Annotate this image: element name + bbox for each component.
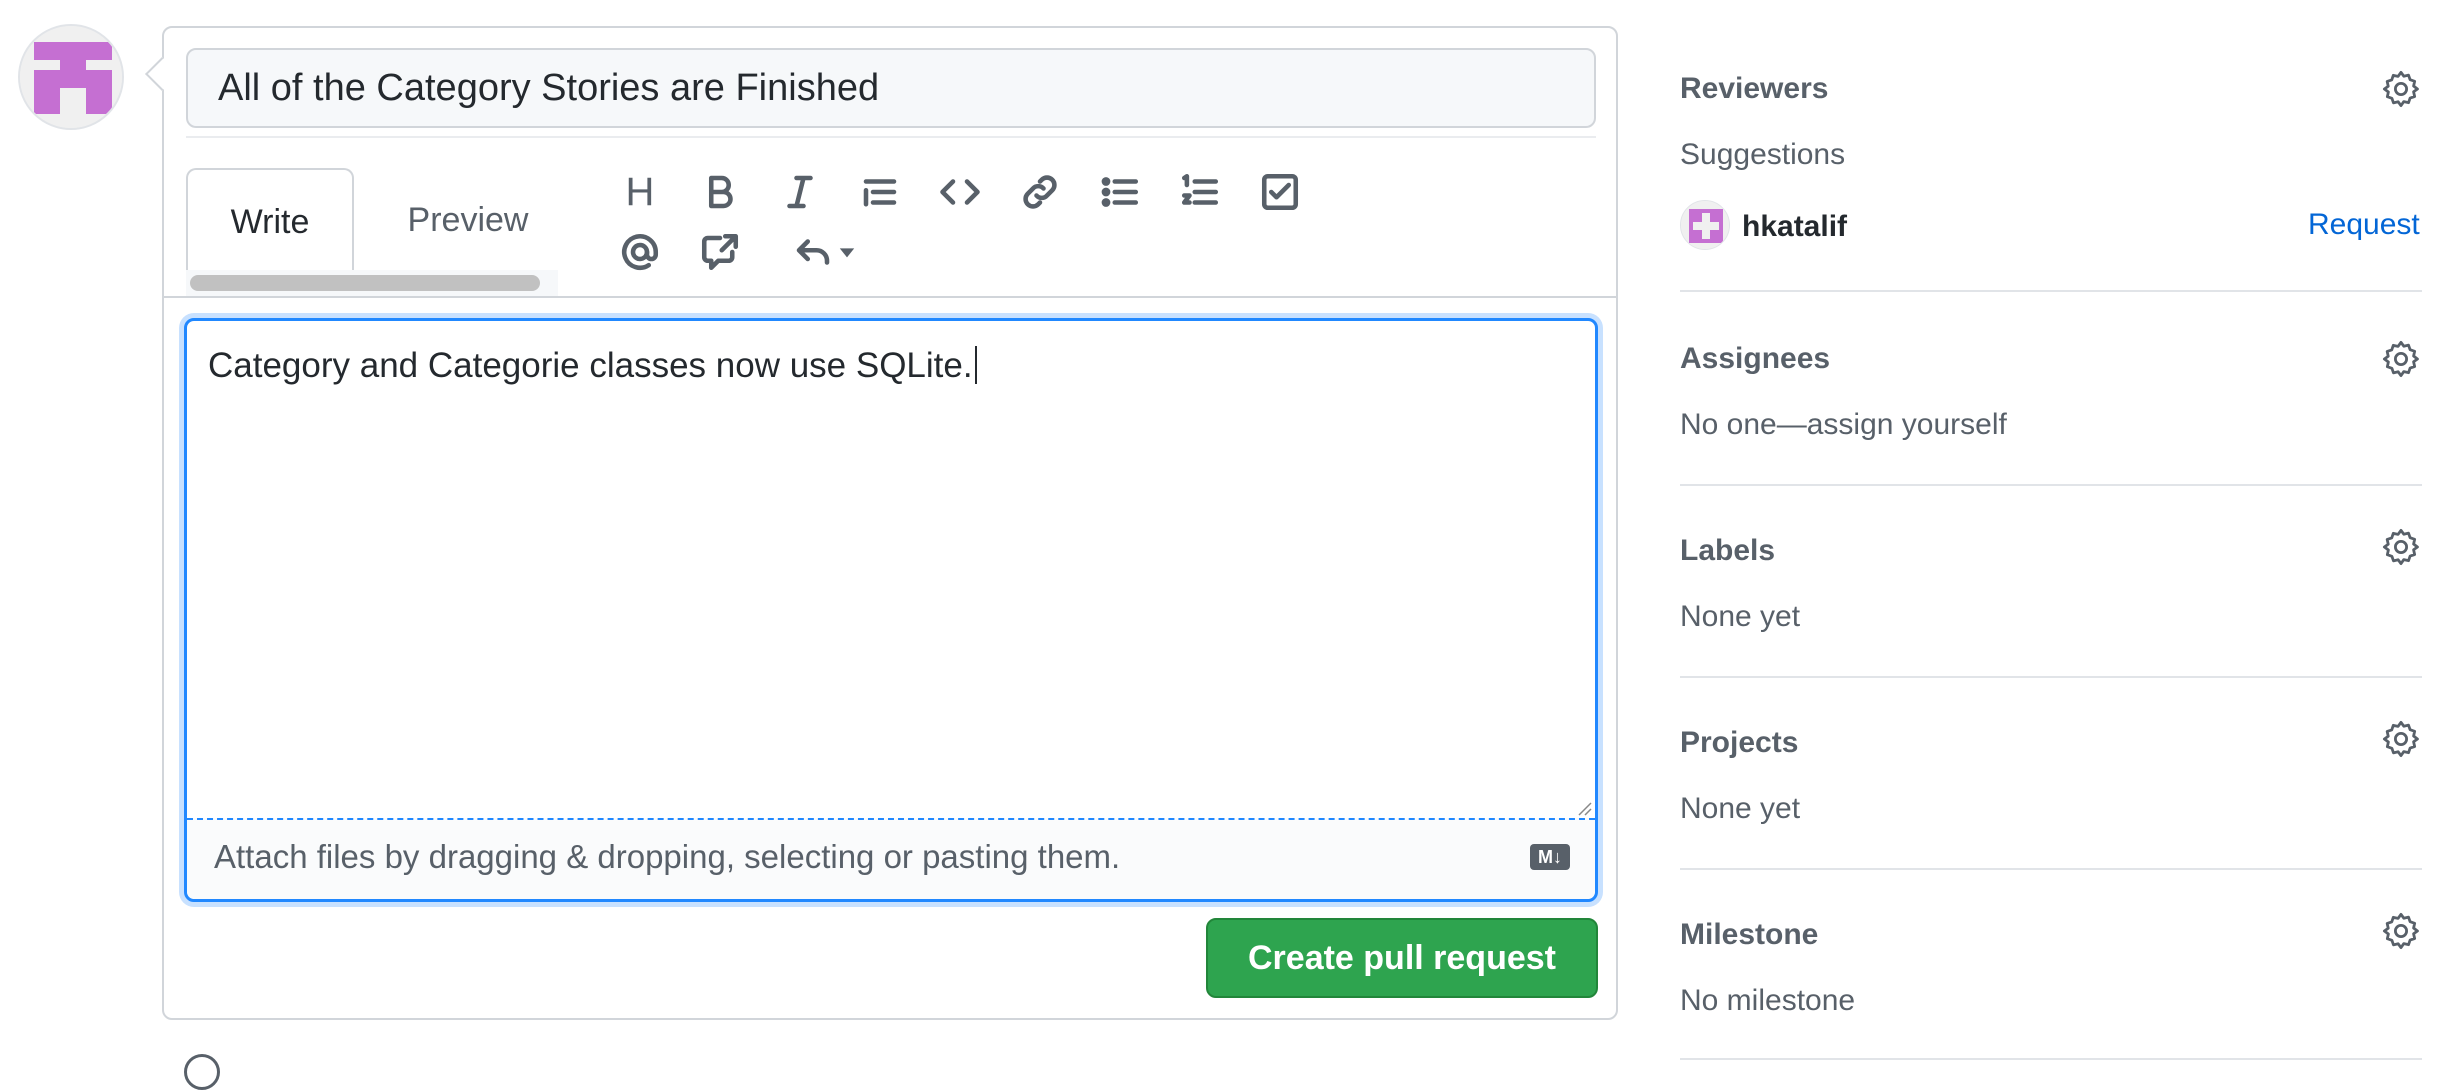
text-cursor xyxy=(974,346,977,384)
milestone-value: No milestone xyxy=(1680,984,1856,1017)
chevron-down-icon xyxy=(839,248,855,258)
resize-grip-icon[interactable] xyxy=(1574,798,1592,816)
link-icon[interactable] xyxy=(1012,164,1068,220)
suggestions-label: Suggestions xyxy=(1680,138,1846,171)
quote-icon[interactable] xyxy=(852,164,908,220)
attach-files-hint[interactable]: Attach files by dragging & dropping, sel… xyxy=(214,838,1120,876)
assignees-value[interactable]: No one—assign yourself xyxy=(1680,408,2007,442)
tab-preview[interactable]: Preview xyxy=(378,168,558,270)
projects-value: None yet xyxy=(1680,792,1801,825)
labels-value: None yet xyxy=(1680,600,1801,633)
user-avatar[interactable] xyxy=(18,24,124,130)
projects-title[interactable]: Projects xyxy=(1680,726,1798,760)
markdown-icon[interactable]: M↓ xyxy=(1530,844,1570,870)
heading-glyph: H xyxy=(625,169,655,214)
mention-icon[interactable] xyxy=(612,224,668,280)
labels-title[interactable]: Labels xyxy=(1680,534,1775,568)
assignees-title[interactable]: Assignees xyxy=(1680,342,1830,376)
heading-icon[interactable]: H xyxy=(612,164,668,220)
tab-write[interactable]: Write xyxy=(186,168,354,270)
reviewer-username[interactable]: hkatalif xyxy=(1742,210,1847,244)
code-icon[interactable] xyxy=(932,164,988,220)
timeline-icon xyxy=(184,1054,220,1090)
reviewers-title[interactable]: Reviewers xyxy=(1680,72,1828,106)
numbered-list-icon[interactable] xyxy=(1172,164,1228,220)
pr-body-value: Category and Categorie classes now use S… xyxy=(208,346,973,385)
gear-icon[interactable] xyxy=(2380,526,2422,568)
tabs-divider xyxy=(162,296,1618,298)
header-divider xyxy=(186,136,1596,138)
pr-body-text[interactable]: Category and Categorie classes now use S… xyxy=(208,346,977,386)
gear-icon[interactable] xyxy=(2380,910,2422,952)
gear-icon[interactable] xyxy=(2380,718,2422,760)
sidebar-divider xyxy=(1680,868,2422,870)
task-list-icon[interactable] xyxy=(1252,164,1308,220)
reviewer-avatar xyxy=(1680,200,1730,250)
reply-icon[interactable] xyxy=(788,224,860,280)
bold-icon[interactable] xyxy=(692,164,748,220)
create-pull-request-button[interactable]: Create pull request xyxy=(1206,918,1598,998)
sidebar-divider xyxy=(1680,1058,2422,1060)
bulleted-list-icon[interactable] xyxy=(1092,164,1148,220)
italic-icon[interactable] xyxy=(772,164,828,220)
pr-body-textarea[interactable] xyxy=(184,318,1598,902)
tab-scrollbar-thumb[interactable] xyxy=(190,275,540,291)
gear-icon[interactable] xyxy=(2380,68,2422,110)
sidebar-divider xyxy=(1680,676,2422,678)
sidebar-divider xyxy=(1680,484,2422,486)
request-review-link[interactable]: Request xyxy=(2308,208,2420,242)
pr-title-input[interactable]: All of the Category Stories are Finished xyxy=(186,48,1596,128)
gear-icon[interactable] xyxy=(2380,338,2422,380)
cross-reference-icon[interactable] xyxy=(692,224,748,280)
sidebar-divider xyxy=(1680,290,2422,292)
identicon-image xyxy=(20,26,122,128)
milestone-title[interactable]: Milestone xyxy=(1680,918,1818,952)
